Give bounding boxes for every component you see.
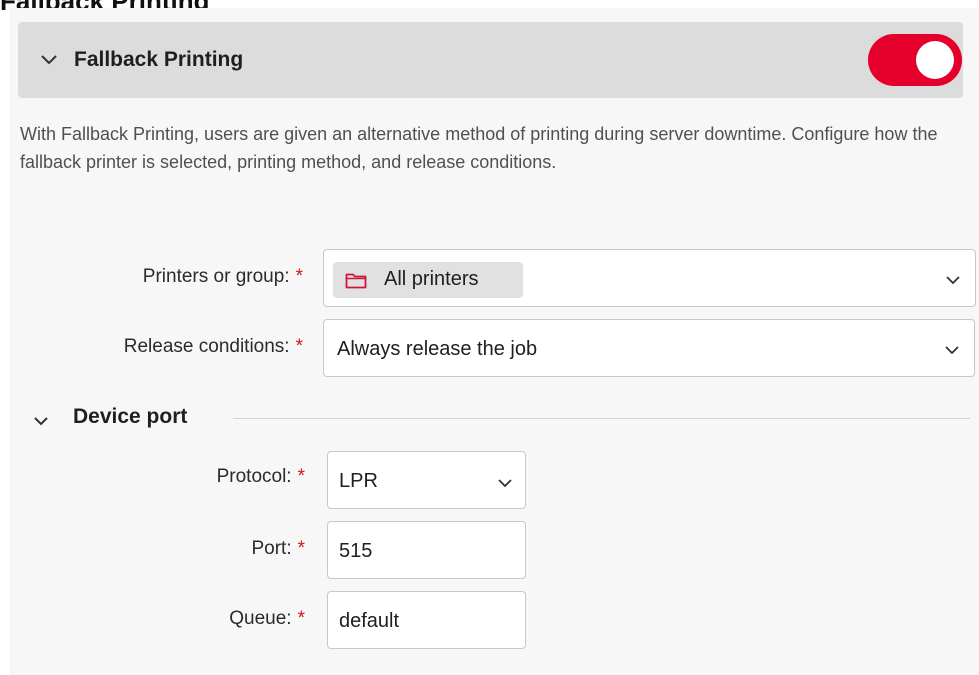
printers-select[interactable]: All printers bbox=[323, 249, 976, 307]
fallback-printing-header[interactable]: Fallback Printing bbox=[18, 22, 963, 98]
required-asterisk: * bbox=[295, 266, 303, 287]
device-port-title: Device port bbox=[73, 405, 188, 428]
protocol-value: LPR bbox=[339, 470, 378, 492]
queue-label-text: Queue: bbox=[229, 608, 292, 629]
selected-printer-chip[interactable]: All printers bbox=[333, 262, 523, 298]
printers-label: Printers or group: * bbox=[143, 266, 303, 288]
protocol-select[interactable]: LPR bbox=[327, 451, 526, 509]
section-description: With Fallback Printing, users are given … bbox=[20, 124, 938, 172]
queue-value: default bbox=[339, 610, 400, 632]
required-asterisk: * bbox=[295, 336, 303, 357]
protocol-label-text: Protocol: bbox=[216, 466, 292, 487]
folder-icon bbox=[345, 273, 367, 289]
required-asterisk: * bbox=[297, 538, 305, 559]
required-asterisk: * bbox=[297, 466, 305, 487]
required-asterisk: * bbox=[297, 608, 305, 629]
port-value: 515 bbox=[339, 540, 373, 562]
chevron-down-icon[interactable] bbox=[497, 478, 513, 488]
chevron-down-icon[interactable] bbox=[40, 52, 58, 66]
release-label-text: Release conditions: bbox=[123, 336, 290, 357]
release-conditions-label: Release conditions: * bbox=[124, 336, 303, 358]
fallback-printing-toggle[interactable] bbox=[868, 34, 962, 86]
chevron-down-icon[interactable] bbox=[945, 275, 961, 285]
release-conditions-select[interactable]: Always release the job bbox=[323, 319, 975, 377]
chevron-down-icon[interactable] bbox=[944, 345, 960, 355]
port-input[interactable]: 515 bbox=[327, 521, 526, 579]
port-label: Port: * bbox=[251, 538, 305, 560]
queue-label: Queue: * bbox=[229, 608, 305, 630]
section-divider bbox=[233, 418, 970, 419]
chip-label: All printers bbox=[384, 268, 479, 290]
protocol-label: Protocol: * bbox=[217, 466, 305, 488]
toggle-knob bbox=[916, 41, 954, 79]
device-port-header[interactable]: Device port bbox=[30, 404, 970, 434]
port-label-text: Port: bbox=[251, 538, 292, 559]
section-title: Fallback Printing bbox=[74, 48, 244, 71]
chevron-down-icon[interactable] bbox=[33, 415, 49, 427]
release-conditions-value: Always release the job bbox=[337, 338, 538, 360]
queue-input[interactable]: default bbox=[327, 591, 526, 649]
printers-label-text: Printers or group: bbox=[142, 266, 290, 287]
